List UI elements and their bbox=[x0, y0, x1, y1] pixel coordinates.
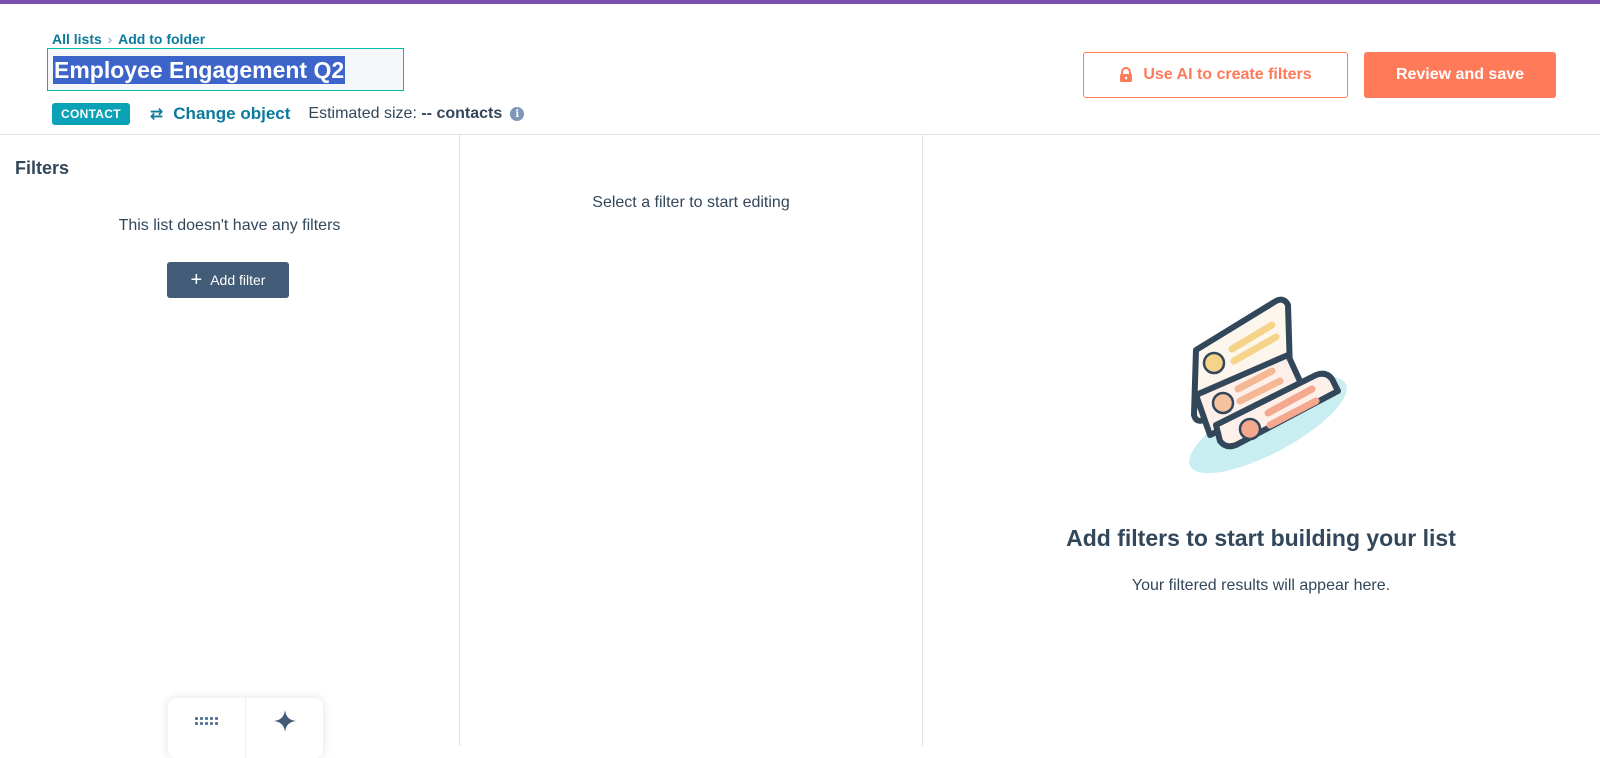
list-title-input[interactable]: Employee Engagement Q2 bbox=[47, 48, 404, 91]
ai-assistant-button[interactable] bbox=[245, 698, 323, 758]
select-filter-hint: Select a filter to start editing bbox=[592, 194, 790, 211]
empty-results-title: Add filters to start building your list bbox=[1066, 525, 1456, 551]
breadcrumb-all-lists[interactable]: All lists bbox=[52, 31, 102, 47]
floating-toolbar bbox=[168, 698, 323, 758]
review-and-save-label: Review and save bbox=[1395, 66, 1525, 83]
add-filter-button[interactable]: + Add filter bbox=[167, 262, 289, 298]
column-divider-right bbox=[922, 135, 923, 746]
swap-arrows-icon: ⇄ bbox=[149, 106, 164, 123]
breadcrumb: All lists › Add to folder bbox=[52, 31, 205, 47]
plus-icon: + bbox=[190, 269, 203, 291]
info-icon[interactable]: i bbox=[510, 107, 525, 121]
chevron-right-icon: › bbox=[107, 31, 113, 47]
apps-grid-button[interactable] bbox=[168, 698, 245, 758]
sparkle-icon bbox=[273, 710, 296, 732]
no-filters-message: This list doesn't have any filters bbox=[118, 217, 341, 234]
apps-grid-icon bbox=[195, 717, 218, 725]
review-and-save-button[interactable]: Review and save bbox=[1364, 52, 1556, 98]
empty-results-subtitle: Your filtered results will appear here. bbox=[1131, 577, 1391, 594]
change-object-button[interactable]: ⇄ Change object bbox=[150, 104, 291, 124]
page-header: All lists › Add to folder Employee Engag… bbox=[0, 4, 1600, 135]
change-object-label: Change object bbox=[173, 104, 291, 123]
estimated-size-value: -- contacts bbox=[421, 105, 503, 122]
estimated-size-label: Estimated size: bbox=[308, 105, 417, 122]
lock-icon bbox=[1120, 67, 1133, 82]
list-title-text: Employee Engagement Q2 bbox=[53, 55, 346, 84]
add-to-folder-link[interactable]: Add to folder bbox=[118, 31, 205, 47]
use-ai-filters-button[interactable]: Use AI to create filters bbox=[1083, 52, 1348, 98]
list-meta-row: CONTACT ⇄ Change object Estimated size: … bbox=[52, 102, 525, 126]
filters-panel-title: Filters bbox=[15, 158, 70, 178]
empty-list-illustration bbox=[1189, 296, 1347, 474]
estimated-size: Estimated size: -- contacts bbox=[308, 105, 502, 123]
use-ai-filters-label: Use AI to create filters bbox=[1143, 66, 1312, 83]
add-filter-label: Add filter bbox=[210, 272, 266, 288]
column-divider-left bbox=[459, 135, 460, 746]
object-type-badge: CONTACT bbox=[52, 103, 130, 125]
